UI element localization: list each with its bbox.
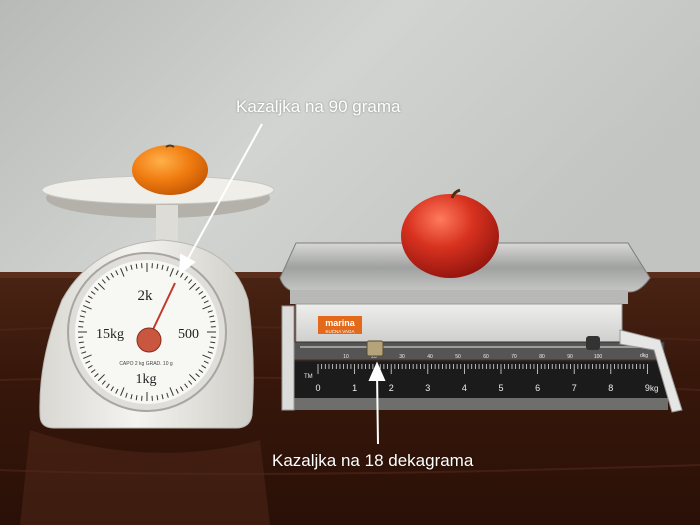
bottom-arrow-line [376, 371, 379, 445]
main-scale-number: 4 [462, 383, 467, 393]
wall [0, 0, 700, 282]
dial-small-print: CAPO 2 kg GRAD. 10 g [119, 361, 173, 367]
dial-label-15kg: 15kg [96, 327, 124, 342]
orange-fruit [132, 145, 208, 195]
main-scale-number: 2 [389, 383, 394, 393]
beam-base [292, 398, 668, 410]
fine-scale-number: 30 [399, 354, 405, 360]
fine-scale-number: 10 [343, 354, 349, 360]
dial-needle-hub [136, 327, 162, 353]
main-scale-number: 3 [425, 383, 430, 393]
main-scale-number: 7 [572, 383, 577, 393]
beam-badge: TM [304, 374, 313, 380]
annotation-bottom-label: Kazaljka na 18 dekagrama [272, 451, 474, 470]
dial-label-1kg: 1kg [136, 372, 157, 387]
annotation-top-label: Kazaljka na 90 grama [236, 97, 401, 116]
left-support [281, 305, 295, 411]
main-scale-number: 6 [535, 383, 540, 393]
fine-scale-number: 70 [511, 354, 517, 360]
main-scale-number: 8 [608, 383, 613, 393]
brand-subtitle: KUĆNA VAGA [326, 328, 355, 334]
fine-scale-number: 40 [427, 354, 433, 360]
main-scale-number: 1 [352, 383, 357, 393]
scale-post [156, 205, 178, 243]
main-unit: kg [650, 384, 658, 393]
dial-scale: 2k 15kg 500 1kg CAPO 2 kg GRAD. 10 g [39, 144, 275, 429]
dial-label-2kg: 2k [138, 288, 154, 304]
fine-scale-number: 60 [483, 354, 489, 360]
fine-slider [366, 340, 384, 357]
fine-scale-number: 100 [594, 354, 603, 360]
photo-scene: 2k 15kg 500 1kg CAPO 2 kg GRAD. 10 g mar… [0, 0, 700, 525]
dial-label-500: 500 [178, 327, 199, 342]
fine-scale-number: 90 [567, 354, 573, 360]
main-scale-number: 0 [315, 383, 320, 393]
main-scale-number: 5 [498, 383, 503, 393]
fine-scale-number: 80 [539, 354, 545, 360]
fine-unit: dkg [640, 353, 648, 359]
brand-name: marina [325, 318, 356, 328]
fine-scale-number: 50 [455, 354, 461, 360]
apple-fruit [401, 194, 499, 278]
tray-lip [290, 290, 628, 304]
end-knob [586, 336, 600, 350]
